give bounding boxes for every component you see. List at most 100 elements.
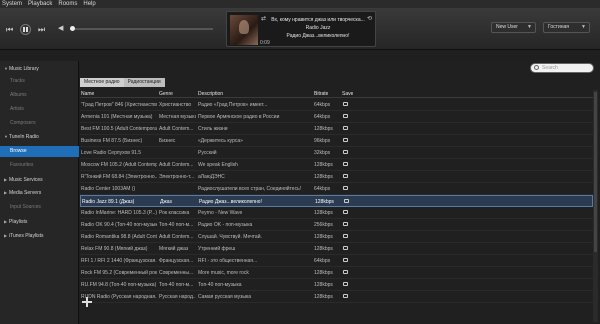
save-icon[interactable]	[343, 174, 348, 178]
save-icon[interactable]	[343, 186, 348, 190]
room-dropdown[interactable]: Гостиная ▼	[543, 22, 590, 33]
main-panel: Search Местное радио Радиостанции Name G…	[80, 61, 600, 324]
save-icon[interactable]	[343, 270, 348, 274]
sidebar-item-label: Music Library	[9, 66, 39, 72]
station-description: аЛаюДЭНС	[198, 174, 225, 180]
sidebar-item-artists[interactable]: Artists	[0, 104, 79, 115]
table-row[interactable]: RUDN Radio (Русская народная...) Русская …	[80, 291, 593, 303]
menu-system[interactable]: System	[2, 0, 22, 8]
sidebar-item-albums[interactable]: Albums	[0, 90, 79, 101]
column-save[interactable]: Save	[342, 91, 353, 97]
table-row[interactable]: "Град Петров" 846 (Христианство) Христиан…	[80, 99, 593, 111]
album-art	[230, 15, 258, 45]
table-row[interactable]: Radio InMarine: HARD 105.3 (Р...) Рок кла…	[80, 207, 593, 219]
table-row[interactable]: Best FM 100.5 (Adult Contemporary) Adult …	[80, 123, 593, 135]
save-icon[interactable]	[343, 222, 348, 226]
station-bitrate: 128kbps	[314, 234, 333, 240]
breadcrumb-item[interactable]: Радиостанции	[123, 78, 165, 87]
station-description: More music, more rock	[198, 270, 249, 276]
elapsed-time: 0:09	[260, 40, 270, 46]
sidebar-item-itunes-playlists[interactable]: ▶ iTunes Playlists	[0, 230, 79, 241]
menu-rooms[interactable]: Rooms	[58, 0, 77, 8]
table-row[interactable]: RU.FM 94.8 (Топ-40 поп-музыка) Топ-40 поп…	[80, 279, 593, 291]
sidebar-item-label: iTunes Playlists	[9, 233, 44, 239]
save-icon[interactable]	[343, 294, 348, 298]
save-icon[interactable]	[343, 258, 348, 262]
sidebar-item-label: Playlists	[9, 219, 28, 225]
sidebar-item-playlists[interactable]: ▶ Playlists	[0, 216, 79, 227]
save-icon[interactable]	[343, 126, 348, 130]
sidebar-item-composers[interactable]: Composers	[0, 118, 79, 129]
column-bitrate[interactable]: Bitrate	[314, 91, 328, 97]
pause-button[interactable]	[20, 24, 31, 35]
table-row[interactable]: Business FM 87.5 (Бизнес) Бизнес «Держитес…	[80, 135, 593, 147]
menu-playback[interactable]: Playback	[28, 0, 52, 8]
chevron-down-icon: ▼	[527, 24, 532, 30]
sidebar-item-tunein-radio[interactable]: ▼TuneIn Radio	[0, 131, 79, 142]
column-genre[interactable]: Genre	[159, 91, 173, 97]
scrollbar-thumb[interactable]	[594, 92, 597, 252]
table-row[interactable]: Radio Jazz 89.1 (Джаз) Джаз Радио Джаз...в…	[80, 195, 593, 207]
sidebar-item-tracks[interactable]: Tracks	[0, 76, 79, 87]
menu-help[interactable]: Help	[83, 0, 95, 8]
save-icon[interactable]	[344, 199, 349, 203]
station-genre: Современны...	[159, 270, 194, 276]
table-row[interactable]: Armenia 101 (Местная музыка) Местная музы…	[80, 111, 593, 123]
sidebar-item-label: Favourites	[10, 162, 34, 168]
previous-icon[interactable]: ⏮	[6, 25, 13, 35]
station-description: We speak English	[198, 162, 238, 168]
station-genre: Рок классика	[159, 210, 190, 216]
save-icon[interactable]	[343, 210, 348, 214]
user-dropdown-label: New User	[496, 24, 518, 30]
save-icon[interactable]	[343, 138, 348, 142]
save-icon[interactable]	[343, 102, 348, 106]
sidebar-item-browse[interactable]: Browse	[0, 146, 79, 157]
station-description: Peyrno - New Wave	[198, 210, 243, 216]
sidebar-item-favourites[interactable]: Favourites	[0, 160, 79, 171]
next-icon[interactable]: ⏭	[38, 25, 45, 35]
table-row[interactable]: Relax FM 90.8 (Мягкий джаз) Мягкий джаз Ут…	[80, 243, 593, 255]
add-icon[interactable]	[82, 297, 92, 307]
save-icon[interactable]	[343, 150, 348, 154]
station-description: Радиослушатели всех стран, Соединяйтесь!	[198, 186, 302, 192]
seek-knob[interactable]	[70, 26, 75, 31]
station-bitrate: 32kbps	[314, 150, 331, 156]
volume-down-icon[interactable]: ◀	[58, 24, 63, 34]
table-row[interactable]: Radio OK 90.4 (Топ-40 поп-музыка) Топ-40 …	[80, 219, 593, 231]
table-row[interactable]: Moscow FM 105.2 (Adult Contemporary)Adul…	[80, 159, 593, 171]
breadcrumb-item[interactable]: Местное радио	[80, 78, 124, 87]
station-bitrate: 128kbps	[314, 210, 333, 216]
save-icon[interactable]	[343, 246, 348, 250]
station-bitrate: 64kbps	[314, 114, 331, 120]
sidebar-item-label: Music Services	[9, 177, 43, 183]
station-bitrate: 128kbps	[314, 270, 333, 276]
sidebar: ▼Music Library Tracks Albums Artists Compose…	[0, 61, 79, 324]
save-icon[interactable]	[343, 162, 348, 166]
scrollbar[interactable]	[593, 90, 598, 322]
table-row[interactable]: Radio Romantika 98.8 (Adult Contemporary…	[80, 231, 593, 243]
table-row[interactable]: RFI 1 / RFI 2 1440 (Французская...) Франц…	[80, 255, 593, 267]
sidebar-item-label: Tracks	[10, 78, 25, 84]
station-name: Radio Romantika 98.8 (Adult Contemporary…	[81, 234, 157, 240]
table-row[interactable]: Love Radio Серпухов 91.5 Русский 32kbps	[80, 147, 593, 159]
column-description[interactable]: Description	[198, 91, 223, 97]
sidebar-item-music-services[interactable]: ▶ Music Services	[0, 174, 79, 185]
search-input[interactable]: Search	[530, 63, 594, 73]
table-row[interactable]: Rock FM 95.2 (Современный рок) Современны…	[80, 267, 593, 279]
station-bitrate: 128kbps	[314, 162, 333, 168]
table-header: Name Genre Description Bitrate Save	[80, 90, 593, 98]
station-genre: Adult Contem...	[159, 234, 194, 240]
save-icon[interactable]	[343, 234, 348, 238]
save-icon[interactable]	[343, 114, 348, 118]
column-name[interactable]: Name	[81, 91, 94, 97]
station-bitrate: 128kbps	[314, 282, 333, 288]
table-row[interactable]: R'Тонкий FM 68.84 (Электронно...) Электро…	[80, 171, 593, 183]
sidebar-item-input-sources[interactable]: Input Sources	[0, 202, 79, 213]
user-dropdown[interactable]: New User ▼	[491, 22, 536, 33]
save-icon[interactable]	[343, 282, 348, 286]
station-genre: Христианство	[159, 102, 192, 108]
table-row[interactable]: Radio Center 1003AM () Радиослушатели все…	[80, 183, 593, 195]
sidebar-item-media-servers[interactable]: ▶ Media Servers	[0, 187, 79, 198]
sidebar-item-music-library[interactable]: ▼Music Library	[0, 63, 79, 74]
seek-slider[interactable]	[70, 26, 213, 31]
